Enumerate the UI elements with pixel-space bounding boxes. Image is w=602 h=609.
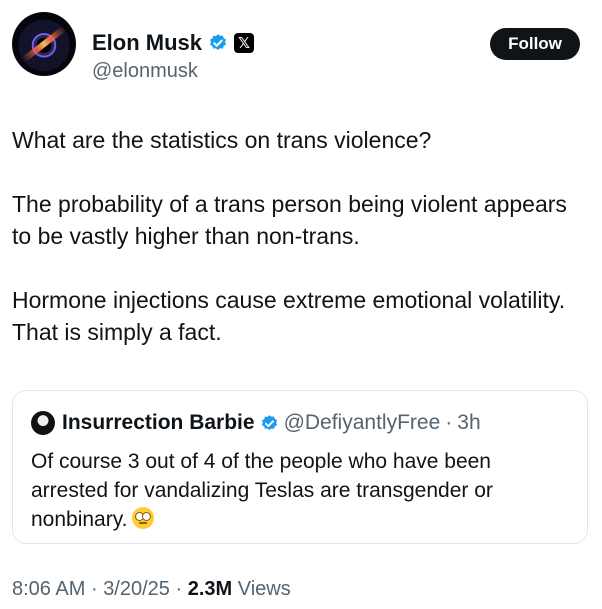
tweet-paragraph: What are the statistics on trans violenc… bbox=[12, 127, 432, 153]
quoted-author-name[interactable]: Insurrection Barbie bbox=[62, 411, 255, 435]
quoted-author-avatar[interactable] bbox=[31, 411, 55, 435]
tweet-time[interactable]: 8:06 AM bbox=[12, 578, 85, 600]
verified-badge-icon bbox=[208, 33, 228, 53]
author-name[interactable]: Elon Musk bbox=[92, 30, 202, 56]
follow-button[interactable]: Follow bbox=[490, 28, 580, 60]
tweet-date[interactable]: 3/20/25 bbox=[103, 578, 170, 600]
tweet-body: What are the statistics on trans violenc… bbox=[12, 124, 572, 348]
quoted-tweet-body: Of course 3 out of 4 of the people who h… bbox=[31, 450, 493, 531]
x-logo-icon: 𝕏 bbox=[234, 33, 255, 53]
quoted-author-handle[interactable]: @DefiyantlyFree bbox=[284, 411, 441, 435]
tweet-meta: 8:06 AM · 3/20/25 · 2.3M Views bbox=[12, 578, 291, 601]
avatar-art bbox=[21, 25, 67, 63]
dot-separator: · bbox=[445, 411, 453, 434]
author-avatar[interactable] bbox=[12, 12, 76, 76]
author-handle[interactable]: @elonmusk bbox=[92, 60, 198, 83]
quoted-tweet-time[interactable]: 3h bbox=[457, 411, 480, 435]
dot-separator: · bbox=[90, 578, 98, 600]
tweet-paragraph: Hormone injections cause extreme emotion… bbox=[12, 287, 566, 345]
dot-separator: · bbox=[175, 578, 183, 600]
tweet-paragraph: The probability of a trans person being … bbox=[12, 191, 567, 249]
author-name-row: Elon Musk 𝕏 bbox=[92, 30, 255, 56]
views-label: Views bbox=[237, 578, 291, 600]
rolling-eyes-emoji-icon bbox=[131, 507, 154, 529]
views-count[interactable]: 2.3M bbox=[188, 578, 232, 600]
verified-badge-icon bbox=[260, 414, 279, 433]
quoted-tweet-header: Insurrection Barbie @DefiyantlyFree · 3h bbox=[31, 411, 481, 435]
quoted-tweet-card[interactable]: Insurrection Barbie @DefiyantlyFree · 3h… bbox=[12, 390, 588, 544]
quoted-tweet-text: Of course 3 out of 4 of the people who h… bbox=[31, 447, 571, 534]
